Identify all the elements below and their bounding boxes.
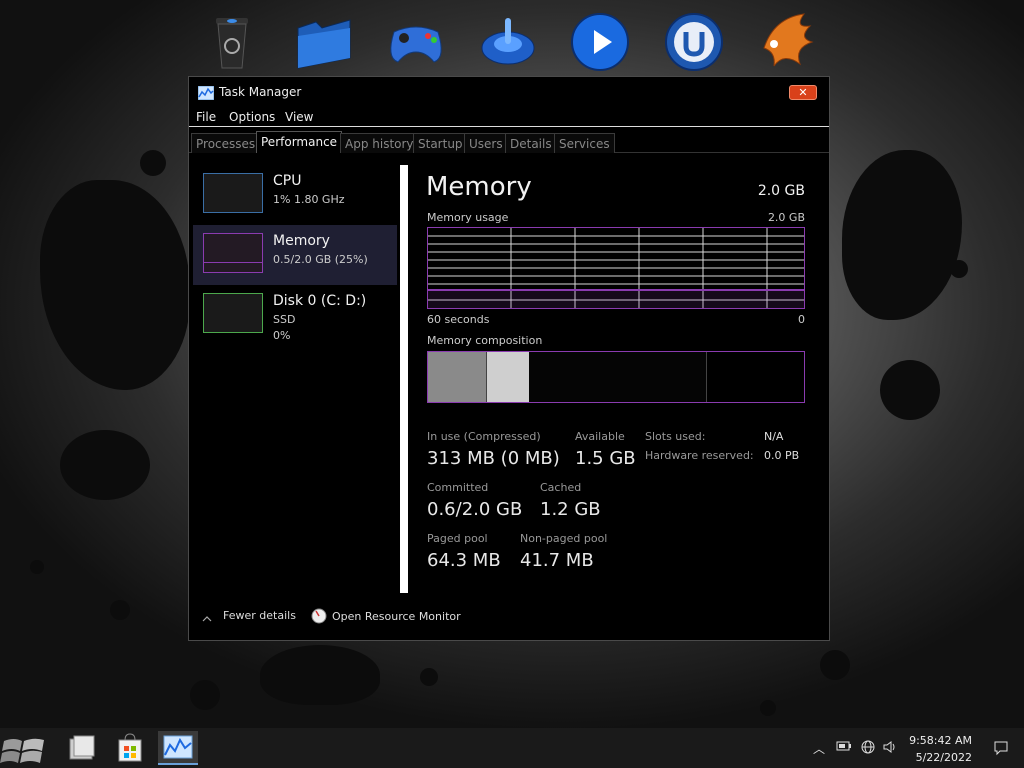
- power-icon[interactable]: [476, 8, 540, 72]
- hardware-reserved-value: 0.0 PB: [764, 449, 800, 462]
- menu-bar: File Options View: [189, 109, 829, 127]
- cached-label: Cached: [540, 481, 582, 494]
- sidebar-subtitle: 0.5/2.0 GB (25%): [273, 253, 368, 266]
- tab-app-history[interactable]: App history: [340, 133, 419, 153]
- media-player-icon[interactable]: [568, 8, 632, 72]
- tab-startup[interactable]: Startup: [413, 133, 468, 153]
- task-manager-window: Task Manager ✕ File Options View Process…: [188, 76, 830, 641]
- app-dock: [0, 0, 1024, 78]
- memory-usage-graph: [427, 227, 805, 309]
- title-bar[interactable]: Task Manager ✕: [189, 77, 829, 107]
- window-title: Task Manager: [219, 85, 302, 99]
- clock-date[interactable]: 5/22/2022: [916, 751, 972, 764]
- task-manager-taskbar-button[interactable]: [158, 731, 198, 765]
- phoenix-icon[interactable]: [754, 8, 818, 72]
- committed-value: 0.6/2.0 GB: [427, 499, 523, 520]
- sidebar-subtitle-2: 0%: [273, 329, 291, 342]
- utorrent-icon[interactable]: [662, 8, 726, 72]
- task-manager-icon: [197, 85, 215, 101]
- available-value: 1.5 GB: [575, 448, 636, 469]
- menu-view[interactable]: View: [285, 110, 313, 124]
- battery-icon[interactable]: [836, 739, 852, 753]
- axis-left-label: 60 seconds: [427, 313, 490, 326]
- in-use-label: In use (Compressed): [427, 430, 541, 443]
- composition-label: Memory composition: [427, 334, 543, 347]
- slots-used-label: Slots used:: [645, 430, 706, 443]
- tab-details[interactable]: Details: [505, 133, 557, 153]
- paged-pool-value: 64.3 MB: [427, 550, 501, 571]
- sidebar-title: CPU: [273, 173, 302, 189]
- sidebar-title: Memory: [273, 233, 330, 249]
- modified-segment[interactable]: [487, 352, 529, 402]
- hardware-reserved-label: Hardware reserved:: [645, 449, 754, 462]
- slots-used-value: N/A: [764, 430, 784, 443]
- available-label: Available: [575, 430, 625, 443]
- volume-icon[interactable]: [882, 739, 898, 755]
- resource-monitor-icon[interactable]: [311, 608, 327, 624]
- usage-label: Memory usage: [427, 211, 509, 224]
- tab-bar: Processes Performance App history Startu…: [189, 131, 829, 153]
- recycle-bin-icon[interactable]: [200, 8, 264, 72]
- chevron-up-icon[interactable]: ︿: [813, 740, 825, 757]
- disk-thumbnail: [203, 293, 263, 333]
- in-use-segment[interactable]: [428, 352, 487, 402]
- usage-max: 2.0 GB: [767, 211, 805, 224]
- tab-services[interactable]: Services: [554, 133, 615, 153]
- network-icon[interactable]: [860, 739, 876, 755]
- fewer-details-link[interactable]: Fewer details: [223, 609, 296, 622]
- cpu-thumbnail: [203, 173, 263, 213]
- taskbar: ︿ 9:58:42 AM 5/22/2022: [0, 728, 1024, 768]
- committed-label: Committed: [427, 481, 489, 494]
- axis-right-label: 0: [798, 313, 805, 326]
- page-title: Memory: [426, 172, 532, 202]
- panel-splitter[interactable]: [400, 165, 408, 593]
- paged-pool-label: Paged pool: [427, 532, 488, 545]
- cached-value: 1.2 GB: [540, 499, 601, 520]
- memory-composition-bar: [427, 351, 805, 403]
- gamepad-icon[interactable]: [384, 8, 448, 72]
- notification-icon[interactable]: [993, 740, 1009, 756]
- memory-thumbnail: [203, 233, 263, 273]
- close-button[interactable]: ✕: [789, 85, 817, 100]
- sidebar-item-cpu[interactable]: CPU 1% 1.80 GHz: [193, 165, 397, 225]
- window-footer: Fewer details Open Resource Monitor: [189, 607, 829, 631]
- sidebar-item-memory[interactable]: Memory 0.5/2.0 GB (25%): [193, 225, 397, 285]
- menu-options[interactable]: Options: [229, 110, 275, 124]
- standby-segment[interactable]: [529, 352, 706, 402]
- store-icon[interactable]: [110, 731, 150, 765]
- in-use-value: 313 MB (0 MB): [427, 448, 560, 469]
- sidebar-subtitle: SSD: [273, 313, 296, 326]
- folder-icon[interactable]: [292, 8, 356, 72]
- tab-users[interactable]: Users: [464, 133, 508, 153]
- start-button[interactable]: [0, 731, 52, 765]
- non-paged-pool-label: Non-paged pool: [520, 532, 608, 545]
- tab-processes[interactable]: Processes: [191, 133, 261, 153]
- memory-total: 2.0 GB: [757, 183, 805, 199]
- tab-performance[interactable]: Performance: [256, 131, 343, 153]
- clock-time[interactable]: 9:58:42 AM: [909, 734, 972, 747]
- sidebar-item-disk[interactable]: Disk 0 (C: D:) SSD 0%: [193, 285, 397, 345]
- sidebar-title: Disk 0 (C: D:): [273, 293, 367, 309]
- segment-divider: [706, 352, 707, 402]
- open-resource-monitor-link[interactable]: Open Resource Monitor: [332, 610, 461, 623]
- menu-file[interactable]: File: [196, 110, 216, 124]
- chevron-up-icon[interactable]: [201, 610, 213, 622]
- sidebar-subtitle: 1% 1.80 GHz: [273, 193, 345, 206]
- file-explorer-icon[interactable]: [62, 731, 102, 765]
- non-paged-pool-value: 41.7 MB: [520, 550, 594, 571]
